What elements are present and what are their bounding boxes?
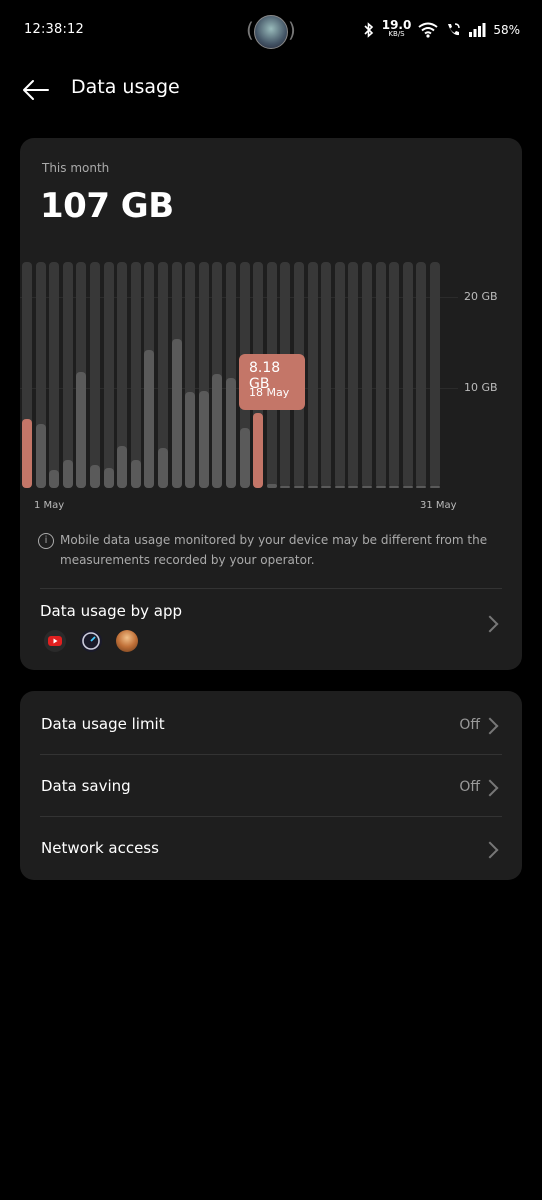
chart-bar-track[interactable] xyxy=(130,262,141,488)
x-end-label: 31 May xyxy=(420,500,457,511)
chart-bar-track[interactable] xyxy=(334,262,345,488)
chart-bar[interactable] xyxy=(321,486,332,488)
limit-value: Off xyxy=(459,717,480,733)
disclaimer-text: Mobile data usage monitored by your devi… xyxy=(60,533,488,567)
chevron-right-icon xyxy=(481,779,499,797)
tooltip-date: 18 May xyxy=(249,386,290,399)
chart-bar[interactable] xyxy=(90,465,100,488)
app-icons xyxy=(44,630,138,652)
chart-bar-track[interactable] xyxy=(416,262,427,488)
divider xyxy=(40,588,502,589)
chart-bar[interactable] xyxy=(307,486,318,488)
chart-bar-track[interactable] xyxy=(62,262,73,488)
chart-bar[interactable] xyxy=(35,423,46,488)
x-start-label: 1 May xyxy=(34,500,65,511)
chevron-right-icon xyxy=(481,615,499,633)
status-time: 12:38:12 xyxy=(24,22,84,37)
chart-bar-track[interactable] xyxy=(103,262,114,488)
chart-bar[interactable] xyxy=(144,350,155,488)
saving-label: Data saving xyxy=(41,777,131,795)
chart-bar[interactable] xyxy=(130,460,141,488)
chart-bar[interactable] xyxy=(334,486,345,488)
chart-bar[interactable] xyxy=(171,339,182,488)
period-label: This month xyxy=(42,161,110,175)
usage-card: This month 107 GB 20 GB 10 GB 8.18 GB 18… xyxy=(20,138,522,670)
app-header: Data usage xyxy=(0,66,542,114)
chart-bar[interactable] xyxy=(212,374,223,488)
chart-bar-track[interactable] xyxy=(321,262,332,488)
network-label: Network access xyxy=(41,839,159,857)
y-tick-label: 20 GB xyxy=(464,290,498,303)
chart-bar[interactable] xyxy=(375,486,386,488)
chart-bar[interactable] xyxy=(362,486,372,488)
chart-bar[interactable] xyxy=(185,392,196,488)
chart-bar[interactable] xyxy=(416,486,427,488)
chart-bar-track[interactable] xyxy=(307,262,318,488)
network-speed: 19.0 KB/S xyxy=(381,18,412,38)
signal-icon xyxy=(469,23,486,37)
network-access-row[interactable]: Network access xyxy=(20,817,522,878)
notification-avatar[interactable]: ( ) xyxy=(246,14,296,49)
wifi-calling-icon xyxy=(448,23,461,36)
selected-day-tooltip: 8.18 GB 18 May xyxy=(239,354,305,410)
chart-bar[interactable] xyxy=(389,486,400,488)
chart-bar[interactable] xyxy=(49,469,60,488)
chart-bar[interactable] xyxy=(253,412,264,488)
settings-card: Data usage limit Off Data saving Off Net… xyxy=(20,691,522,880)
data-usage-by-app-row[interactable]: Data usage by app xyxy=(20,590,522,660)
chevron-right-icon xyxy=(481,717,499,735)
disclaimer: i Mobile data usage monitored by your de… xyxy=(38,530,522,570)
chart-bar[interactable] xyxy=(280,486,291,488)
chart-bar[interactable] xyxy=(198,390,209,488)
chart-bar[interactable] xyxy=(62,460,73,488)
chart-bar[interactable] xyxy=(226,377,236,488)
chart-bar[interactable] xyxy=(239,428,250,488)
chart-bar-track[interactable] xyxy=(362,262,372,488)
chevron-right-icon xyxy=(481,841,499,859)
speedometer-icon xyxy=(80,630,102,652)
usage-chart[interactable]: 20 GB 10 GB 8.18 GB 18 May 1 May 31 May xyxy=(20,262,522,522)
left-paren: ( xyxy=(246,18,254,42)
chart-bar[interactable] xyxy=(266,484,277,488)
y-tick-label: 10 GB xyxy=(464,381,498,394)
right-paren: ) xyxy=(288,18,296,42)
chart-bar[interactable] xyxy=(76,372,87,488)
saving-value: Off xyxy=(459,779,480,795)
total-usage: 107 GB xyxy=(40,186,174,226)
data-saving-row[interactable]: Data saving Off xyxy=(20,755,522,816)
profile-photo-icon xyxy=(116,630,138,652)
chart-bar-track[interactable] xyxy=(49,262,60,488)
chart-bar-track[interactable] xyxy=(430,262,440,488)
wifi-icon xyxy=(418,22,438,38)
status-bar: 12:38:12 ( ) 19.0 KB/S 58% xyxy=(0,0,542,62)
limit-label: Data usage limit xyxy=(41,715,165,733)
page-title: Data usage xyxy=(71,76,180,98)
chart-bar[interactable] xyxy=(294,486,304,488)
status-icons: 19.0 KB/S 58% xyxy=(363,18,520,40)
chart-bar-track[interactable] xyxy=(402,262,413,488)
youtube-icon xyxy=(44,630,66,652)
chart-bar[interactable] xyxy=(158,447,168,488)
avatar xyxy=(254,15,288,49)
chart-bar[interactable] xyxy=(117,445,128,488)
chart-bar-track[interactable] xyxy=(375,262,386,488)
apps-title: Data usage by app xyxy=(40,602,183,620)
chart-bar-track[interactable] xyxy=(389,262,400,488)
chart-bar[interactable] xyxy=(22,419,32,488)
bluetooth-icon xyxy=(364,22,373,38)
chart-bar[interactable] xyxy=(103,467,114,488)
data-usage-limit-row[interactable]: Data usage limit Off xyxy=(20,693,522,754)
chart-bar-track[interactable] xyxy=(348,262,359,488)
info-icon: i xyxy=(38,533,54,549)
chart-bar[interactable] xyxy=(402,486,413,488)
chart-bar[interactable] xyxy=(348,486,359,488)
battery-level: 58% xyxy=(493,23,520,37)
chart-bar[interactable] xyxy=(430,486,440,488)
back-arrow-icon[interactable] xyxy=(20,74,52,106)
chart-bar-track[interactable] xyxy=(90,262,100,488)
